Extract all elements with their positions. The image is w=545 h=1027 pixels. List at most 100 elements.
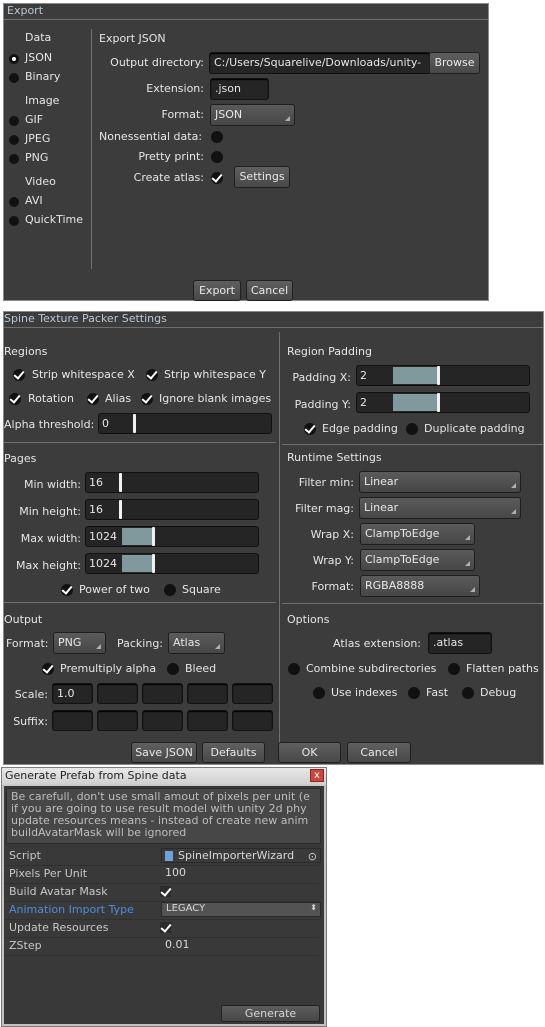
- scale-input-3[interactable]: [142, 683, 183, 704]
- quicktime-option[interactable]: QuickTime: [25, 213, 83, 226]
- binary-radio[interactable]: [9, 73, 19, 83]
- json-option[interactable]: JSON: [25, 51, 52, 64]
- atlas-extension-input[interactable]: .atlas: [428, 632, 492, 654]
- alias-checkbox[interactable]: [87, 393, 99, 405]
- scale-input-5[interactable]: [232, 683, 273, 704]
- bleed-checkbox[interactable]: [167, 663, 179, 675]
- scale-label: Scale:: [14, 688, 48, 701]
- update-resources-checkbox[interactable]: [160, 922, 171, 933]
- square-checkbox[interactable]: [164, 584, 176, 596]
- use-indexes-checkbox[interactable]: [313, 687, 325, 699]
- padding-x-slider[interactable]: 2: [356, 365, 530, 386]
- duplicate-padding-label: Duplicate padding: [424, 422, 525, 435]
- scale-input-4[interactable]: [187, 683, 228, 704]
- object-picker-icon[interactable]: ⊙: [308, 850, 317, 863]
- runtime-format-select[interactable]: RGBA8888: [360, 575, 480, 597]
- fast-label: Fast: [426, 686, 449, 699]
- packer-cancel-button[interactable]: Cancel: [347, 742, 411, 763]
- padding-y-knob[interactable]: [437, 393, 440, 412]
- regions-divider: [4, 442, 276, 443]
- suffix-input-5[interactable]: [232, 710, 273, 731]
- power-of-two-checkbox[interactable]: [61, 584, 73, 596]
- ignore-blank-checkbox[interactable]: [141, 393, 153, 405]
- fast-checkbox[interactable]: [408, 687, 420, 699]
- settings-button[interactable]: Settings: [234, 166, 290, 188]
- gif-radio[interactable]: [9, 116, 19, 126]
- min-width-slider[interactable]: 16: [85, 472, 259, 493]
- suffix-input-4[interactable]: [187, 710, 228, 731]
- json-radio[interactable]: [9, 54, 19, 64]
- nonessential-label: Nonessential data:: [99, 130, 203, 143]
- suffix-input-2[interactable]: [97, 710, 138, 731]
- close-icon[interactable]: x: [310, 769, 324, 782]
- filter-min-select[interactable]: Linear: [359, 471, 521, 493]
- avi-option[interactable]: AVI: [25, 194, 43, 207]
- debug-checkbox[interactable]: [462, 687, 474, 699]
- nonessential-checkbox[interactable]: [211, 131, 223, 143]
- max-height-slider[interactable]: 1024: [85, 553, 259, 574]
- gif-option[interactable]: GIF: [25, 113, 43, 126]
- save-json-button[interactable]: Save JSON: [131, 742, 197, 763]
- zstep-field[interactable]: 0.01: [161, 938, 321, 953]
- output-format-select[interactable]: PNG: [53, 632, 106, 654]
- alpha-threshold-slider[interactable]: 0: [98, 413, 272, 434]
- rotation-checkbox[interactable]: [9, 393, 21, 405]
- format-select[interactable]: JSON: [210, 104, 295, 126]
- strip-x-checkbox[interactable]: [13, 369, 25, 381]
- flatten-paths-checkbox[interactable]: [448, 663, 460, 675]
- binary-option[interactable]: Binary: [25, 70, 60, 83]
- png-radio[interactable]: [9, 154, 19, 164]
- max-height-knob[interactable]: [152, 554, 155, 573]
- premultiply-checkbox[interactable]: [42, 663, 54, 675]
- ppu-field[interactable]: 100: [161, 866, 321, 881]
- output-directory-label: Output directory:: [110, 56, 204, 69]
- png-option[interactable]: PNG: [25, 151, 48, 164]
- padding-x-value: 2: [360, 369, 367, 382]
- update-resources-label: Update Resources: [9, 921, 109, 934]
- packing-select[interactable]: Atlas: [168, 632, 225, 654]
- cancel-button[interactable]: Cancel: [246, 280, 293, 301]
- strip-y-checkbox[interactable]: [146, 369, 158, 381]
- alpha-threshold-knob[interactable]: [133, 414, 136, 433]
- create-atlas-checkbox[interactable]: [211, 172, 223, 184]
- min-height-knob[interactable]: [119, 500, 122, 519]
- combine-subdirs-checkbox[interactable]: [288, 663, 300, 675]
- wrap-x-select[interactable]: ClampToEdge: [360, 523, 475, 545]
- padding-y-slider[interactable]: 2: [356, 392, 530, 413]
- max-width-slider[interactable]: 1024: [85, 526, 259, 547]
- padding-x-knob[interactable]: [437, 366, 440, 385]
- jpeg-radio[interactable]: [9, 135, 19, 145]
- defaults-button[interactable]: Defaults: [202, 742, 265, 763]
- min-height-slider[interactable]: 16: [85, 499, 259, 520]
- dropdown-arrows-icon: ⬍: [310, 903, 317, 912]
- quicktime-radio[interactable]: [9, 216, 19, 226]
- export-button[interactable]: Export: [193, 280, 241, 301]
- suffix-input-3[interactable]: [142, 710, 183, 731]
- edge-padding-checkbox[interactable]: [304, 423, 316, 435]
- scale-input-1[interactable]: 1.0: [52, 683, 93, 704]
- pretty-print-checkbox[interactable]: [211, 151, 223, 163]
- jpeg-option[interactable]: JPEG: [25, 132, 50, 145]
- max-width-label: Max width:: [20, 532, 81, 545]
- avatar-mask-checkbox[interactable]: [160, 886, 171, 897]
- wrap-y-select[interactable]: ClampToEdge: [360, 549, 475, 571]
- suffix-input-1[interactable]: [52, 710, 93, 731]
- export-dialog-title: Export: [7, 4, 44, 17]
- packer-dialog: Spine Texture Packer Settings Regions St…: [3, 311, 544, 765]
- anim-type-select[interactable]: LEGACY ⬍: [161, 902, 321, 917]
- scale-input-2[interactable]: [97, 683, 138, 704]
- padding-y-label: Padding Y:: [294, 398, 351, 411]
- ok-button[interactable]: OK: [278, 742, 341, 763]
- max-width-knob[interactable]: [152, 527, 155, 546]
- extension-input[interactable]: .json: [210, 78, 269, 100]
- ppu-label: Pixels Per Unit: [9, 867, 88, 880]
- debug-label: Debug: [480, 686, 517, 699]
- filter-mag-select[interactable]: Linear: [359, 497, 521, 519]
- generate-button[interactable]: Generate: [221, 1005, 320, 1022]
- avi-radio[interactable]: [9, 197, 19, 207]
- browse-button[interactable]: Browse: [429, 52, 480, 74]
- script-field[interactable]: SpineImporterWizard ⊙: [161, 848, 321, 863]
- duplicate-padding-checkbox[interactable]: [406, 423, 418, 435]
- min-width-knob[interactable]: [119, 473, 122, 492]
- output-directory-input[interactable]: C:/Users/Squarelive/Downloads/unity-: [209, 52, 431, 74]
